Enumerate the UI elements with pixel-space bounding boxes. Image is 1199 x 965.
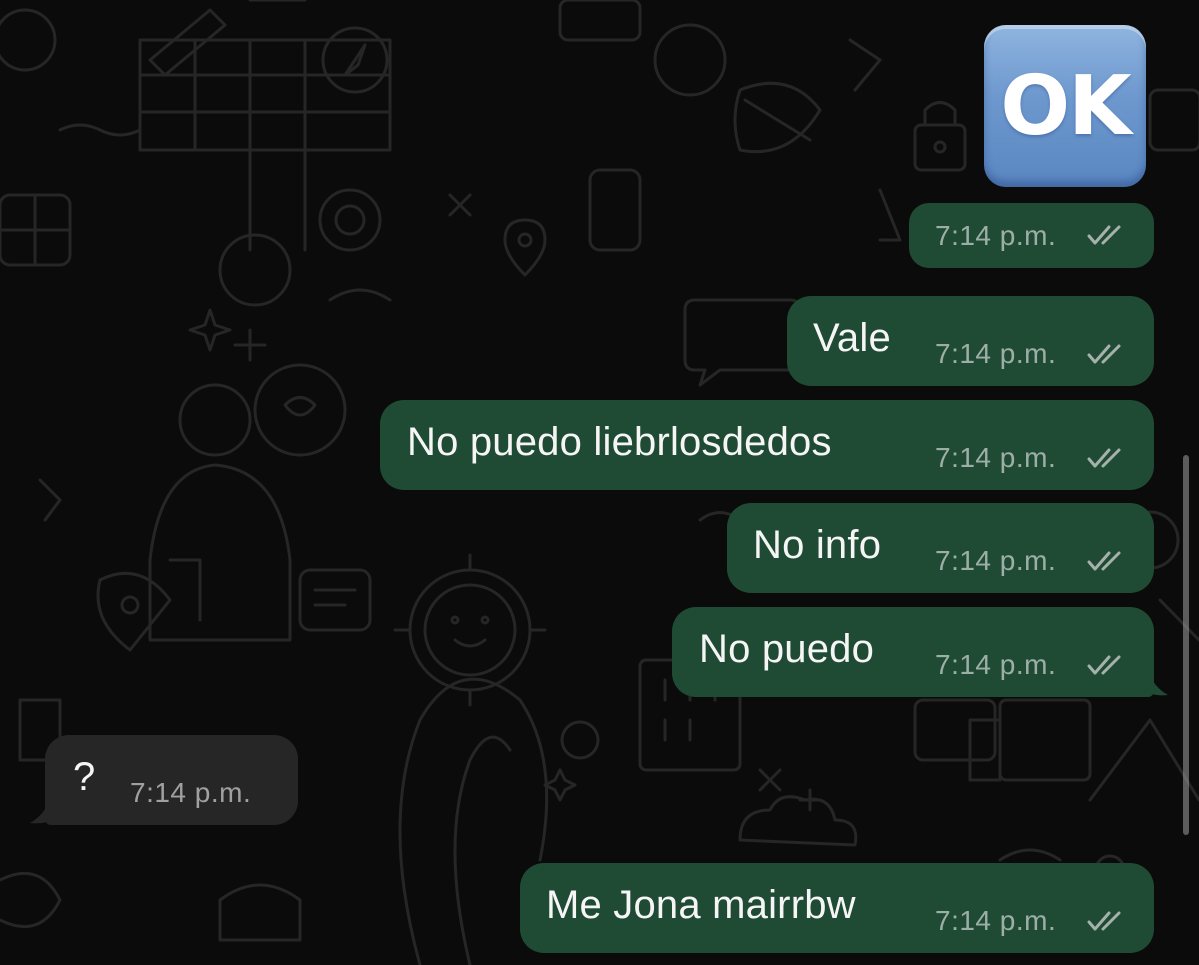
message-bubble-outgoing[interactable]: Vale 7:14 p.m. bbox=[787, 296, 1154, 386]
double-check-icon bbox=[1087, 448, 1121, 468]
bubble-tail bbox=[30, 791, 58, 824]
scrollbar[interactable] bbox=[1183, 455, 1189, 835]
message-text: ? bbox=[73, 755, 96, 799]
ok-emoji-text: OK bbox=[1000, 58, 1131, 154]
double-check-icon bbox=[1087, 225, 1121, 245]
double-check-icon bbox=[1087, 911, 1121, 931]
message-bubble-outgoing[interactable]: No puedo 7:14 p.m. bbox=[672, 607, 1154, 697]
message-time: 7:14 p.m. bbox=[130, 777, 252, 808]
message-text: Vale bbox=[813, 316, 891, 360]
message-time: 7:14 p.m. bbox=[935, 442, 1057, 473]
message-bubble-incoming[interactable]: ? 7:14 p.m. bbox=[45, 735, 298, 825]
message-time: 7:14 p.m. bbox=[935, 649, 1057, 680]
chat-view[interactable]: OK 7:14 p.m. Vale 7:14 p.m. No puedo lie… bbox=[0, 0, 1199, 965]
message-time: 7:14 p.m. bbox=[935, 905, 1057, 936]
message-time: 7:14 p.m. bbox=[935, 220, 1057, 251]
message-text: No info bbox=[753, 523, 882, 567]
double-check-icon bbox=[1087, 655, 1121, 675]
double-check-icon bbox=[1087, 344, 1121, 364]
message-time: 7:14 p.m. bbox=[935, 545, 1057, 576]
ok-emoji-sticker[interactable]: OK bbox=[984, 25, 1146, 187]
message-bubble-outgoing[interactable]: Me Jona mairrbw 7:14 p.m. bbox=[520, 863, 1154, 953]
message-bubble-outgoing[interactable]: No puedo liebrlosdedos 7:14 p.m. bbox=[380, 400, 1154, 490]
double-check-icon bbox=[1087, 551, 1121, 571]
message-text: No puedo bbox=[699, 627, 875, 671]
bubble-tail bbox=[1140, 663, 1168, 696]
message-time: 7:14 p.m. bbox=[935, 338, 1057, 369]
message-bubble-outgoing[interactable]: No info 7:14 p.m. bbox=[727, 503, 1154, 593]
message-text: Me Jona mairrbw bbox=[546, 883, 856, 927]
message-text: No puedo liebrlosdedos bbox=[407, 420, 832, 464]
emoji-timestamp-bubble: 7:14 p.m. bbox=[909, 203, 1154, 268]
